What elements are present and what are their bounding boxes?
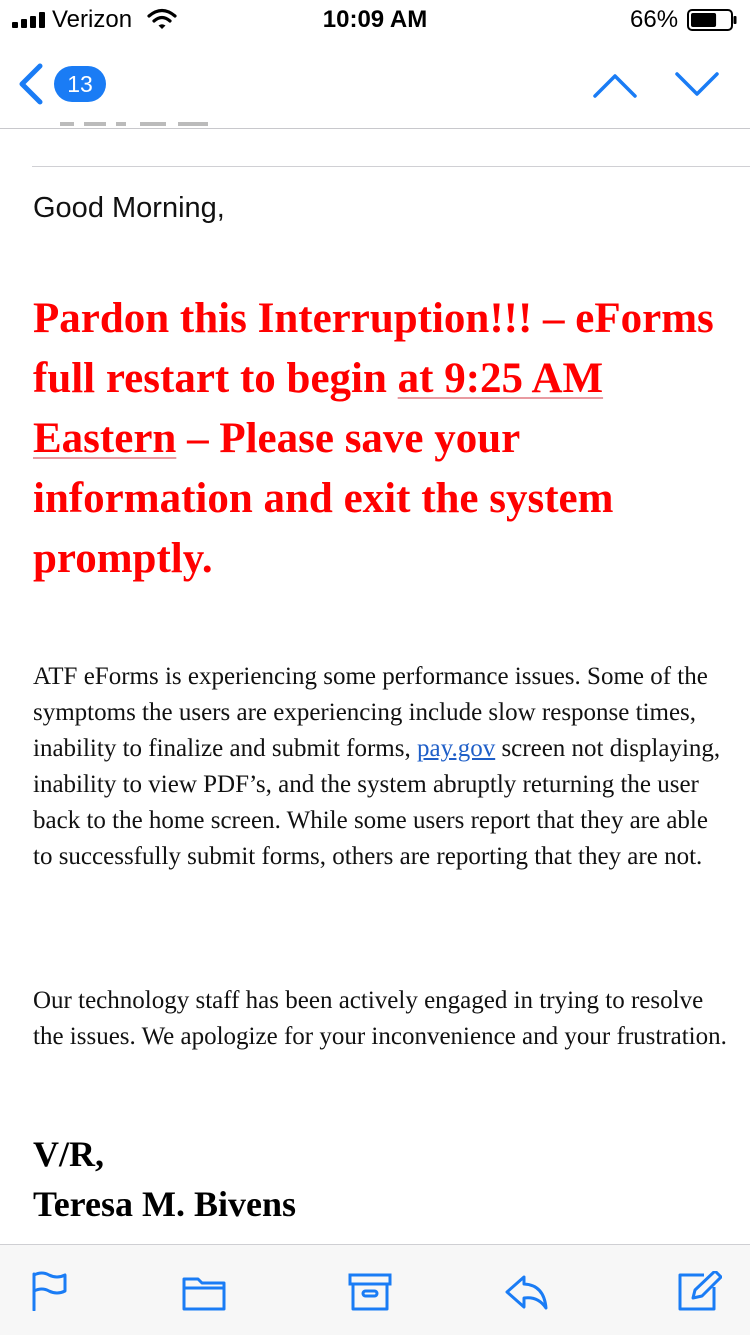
signoff: V/R, <box>33 1134 104 1174</box>
body-paragraph-2: Our technology staff has been actively e… <box>33 987 727 1050</box>
archive-icon[interactable] <box>348 1271 392 1311</box>
next-message-button[interactable] <box>672 64 722 104</box>
flag-icon[interactable] <box>30 1271 74 1311</box>
compose-icon[interactable] <box>678 1271 722 1311</box>
signature-name: Teresa M. Bivens <box>33 1184 297 1224</box>
chevron-left-icon <box>19 63 43 105</box>
header-divider <box>32 166 750 167</box>
previous-message-button[interactable] <box>590 64 640 104</box>
status-bar: Verizon 10:09 AM 66% <box>0 0 750 40</box>
nav-divider <box>0 128 750 129</box>
battery-percent: 66% <box>630 6 679 33</box>
scrolled-header-text <box>60 122 208 126</box>
folder-icon[interactable] <box>182 1271 226 1311</box>
body-paragraph-1: ATF eForms is experiencing some performa… <box>33 659 733 875</box>
pay-gov-link[interactable]: pay.gov <box>417 735 495 762</box>
unread-count-badge: 13 <box>54 66 106 102</box>
alert-text-1: Pardon this Interruption!!! – eForms ful… <box>33 295 714 402</box>
battery-icon <box>687 9 737 31</box>
email-greeting: Good Morning, <box>33 192 225 224</box>
bottom-toolbar <box>0 1244 750 1335</box>
alert-heading: Pardon this Interruption!!! – eForms ful… <box>33 289 733 589</box>
back-button[interactable]: 13 <box>14 60 114 108</box>
reply-icon[interactable] <box>504 1271 548 1311</box>
